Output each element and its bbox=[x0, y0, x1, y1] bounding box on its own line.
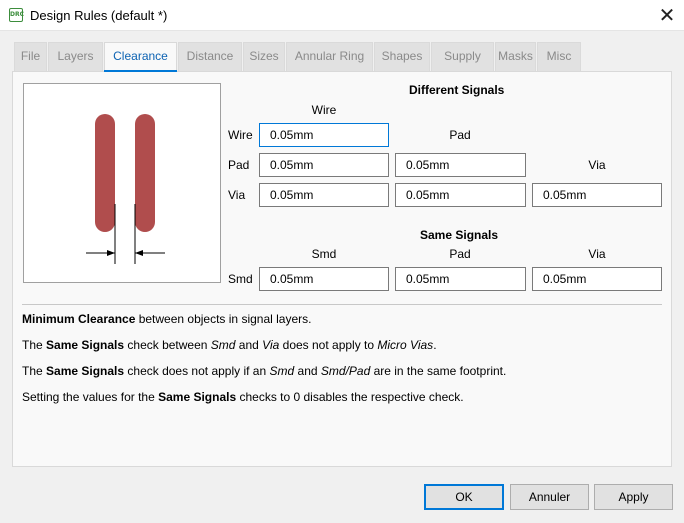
same-signals-heading: Same Signals bbox=[420, 228, 499, 242]
pad-pad-clearance-field[interactable]: 0.05mm bbox=[395, 153, 526, 177]
description-line-3: The Same Signals check does not apply if… bbox=[22, 364, 507, 378]
description-line-4: Setting the values for the Same Signals … bbox=[22, 390, 464, 404]
title-bar: DRC Design Rules (default *) ✕ bbox=[0, 0, 684, 31]
smd-pad-clearance-field[interactable]: 0.05mm bbox=[395, 267, 526, 291]
tab-misc[interactable]: Misc bbox=[537, 42, 581, 71]
col-header-same-via: Via bbox=[588, 247, 606, 261]
col-header-wire: Wire bbox=[311, 103, 337, 117]
clearance-preview bbox=[23, 83, 221, 283]
col-header-via: Via bbox=[588, 158, 606, 172]
different-signals-heading: Different Signals bbox=[409, 83, 505, 97]
col-header-smd: Smd bbox=[311, 247, 337, 261]
tab-distance[interactable]: Distance bbox=[178, 42, 242, 71]
via-pad-clearance-field[interactable]: 0.05mm bbox=[395, 183, 526, 207]
arrowhead-left-icon bbox=[107, 250, 115, 256]
tab-supply[interactable]: Supply bbox=[431, 42, 494, 71]
tab-layers[interactable]: Layers bbox=[48, 42, 103, 71]
col-header-pad: Pad bbox=[449, 128, 471, 142]
cancel-button[interactable]: Annuler bbox=[510, 484, 589, 510]
tab-shapes[interactable]: Shapes bbox=[374, 42, 430, 71]
window-title: Design Rules (default *) bbox=[30, 8, 168, 23]
trace-right bbox=[135, 114, 155, 232]
smd-smd-clearance-field[interactable]: 0.05mm bbox=[259, 267, 389, 291]
row-label-wire: Wire bbox=[228, 128, 253, 142]
via-via-clearance-field[interactable]: 0.05mm bbox=[532, 183, 662, 207]
tab-file[interactable]: File bbox=[14, 42, 47, 71]
tab-masks[interactable]: Masks bbox=[495, 42, 536, 71]
description-line-1: Minimum Clearance between objects in sig… bbox=[22, 312, 312, 326]
separator bbox=[22, 304, 662, 305]
wire-wire-clearance-field[interactable]: 0.05mm bbox=[259, 123, 389, 147]
via-wire-clearance-field[interactable]: 0.05mm bbox=[259, 183, 389, 207]
tab-annular-ring[interactable]: Annular Ring bbox=[286, 42, 373, 71]
close-icon[interactable]: ✕ bbox=[654, 4, 680, 26]
pad-wire-clearance-field[interactable]: 0.05mm bbox=[259, 153, 389, 177]
col-header-same-pad: Pad bbox=[449, 247, 471, 261]
clearance-illustration bbox=[86, 114, 165, 264]
apply-button[interactable]: Apply bbox=[594, 484, 673, 510]
tab-clearance[interactable]: Clearance bbox=[104, 42, 177, 72]
smd-via-clearance-field[interactable]: 0.05mm bbox=[532, 267, 662, 291]
tab-sizes[interactable]: Sizes bbox=[243, 42, 285, 71]
row-label-smd: Smd bbox=[228, 272, 253, 286]
eagle-drc-icon: DRC bbox=[9, 8, 24, 22]
trace-left bbox=[95, 114, 115, 232]
ok-button[interactable]: OK bbox=[424, 484, 504, 510]
row-label-pad: Pad bbox=[228, 158, 250, 172]
row-label-via: Via bbox=[228, 188, 246, 202]
arrowhead-right-icon bbox=[135, 250, 143, 256]
description-line-2: The Same Signals check between Smd and V… bbox=[22, 338, 437, 352]
